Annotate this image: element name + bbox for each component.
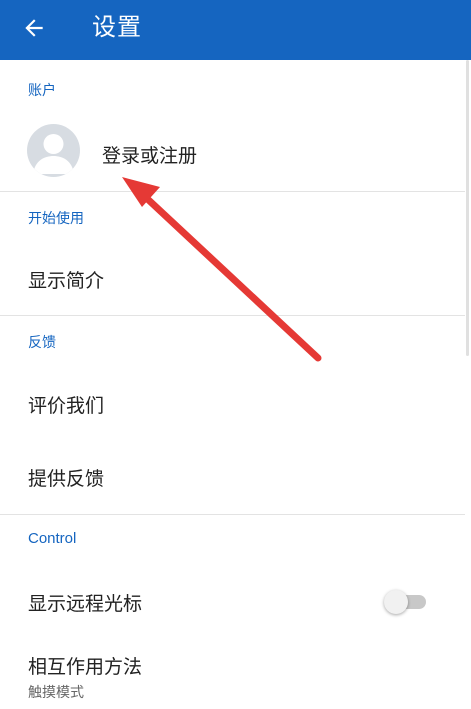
section-header-feedback: 反馈 (28, 335, 56, 351)
remote-cursor-label: 显示远程光标 (28, 593, 143, 615)
show-intro-label[interactable]: 显示简介 (28, 266, 104, 293)
interaction-method-label: 相互作用方法 (28, 656, 143, 678)
back-button[interactable] (14, 8, 54, 48)
divider (0, 191, 465, 192)
app-bar: 设置 (0, 0, 471, 60)
rate-us-label[interactable]: 评价我们 (28, 391, 104, 418)
section-header-account: 账户 (28, 83, 56, 99)
settings-screen: 设置 账户 登录或注册 开始使用 显示简介 反馈 评价我们 提供反馈 Contr… (0, 0, 471, 709)
arrow-left-icon (25, 19, 43, 37)
remote-cursor-toggle[interactable] (384, 590, 428, 614)
give-feedback-label[interactable]: 提供反馈 (28, 464, 104, 491)
section-header-getting-started: 开始使用 (28, 211, 84, 227)
scrollbar[interactable] (466, 60, 469, 356)
divider (0, 315, 465, 316)
divider (0, 514, 465, 515)
toggle-thumb (384, 590, 408, 614)
section-header-control: Control (28, 530, 77, 547)
login-label[interactable]: 登录或注册 (102, 141, 197, 168)
page-title: 设置 (92, 13, 142, 41)
interaction-method-value: 触摸模式 (28, 685, 84, 701)
user-avatar-icon[interactable] (27, 124, 80, 177)
